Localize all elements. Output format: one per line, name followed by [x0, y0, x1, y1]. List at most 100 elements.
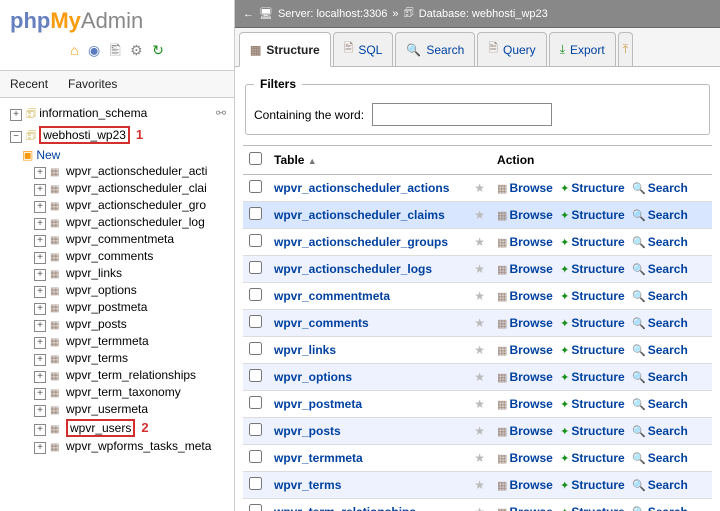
expand-icon[interactable]: +	[34, 388, 46, 400]
expand-icon[interactable]: +	[34, 354, 46, 366]
row-checkbox[interactable]	[249, 315, 262, 328]
action-structure[interactable]: Structure	[571, 424, 624, 438]
row-checkbox[interactable]	[249, 234, 262, 247]
expand-icon[interactable]: +	[34, 269, 46, 281]
action-search[interactable]: Search	[648, 235, 688, 249]
action-structure[interactable]: Structure	[571, 181, 624, 195]
tree-table[interactable]: +wpvr_actionscheduler_acti	[4, 163, 230, 180]
filter-input[interactable]	[372, 103, 552, 126]
row-checkbox[interactable]	[249, 504, 262, 511]
expand-icon[interactable]: +	[34, 303, 46, 315]
th-table[interactable]: Table ▲	[268, 146, 468, 175]
tree-table[interactable]: +wpvr_term_relationships	[4, 367, 230, 384]
action-structure[interactable]: Structure	[571, 370, 624, 384]
tab-more[interactable]: ⤒	[618, 32, 633, 66]
tree-table[interactable]: +wpvr_users2	[4, 418, 230, 438]
action-structure[interactable]: Structure	[571, 451, 624, 465]
collapse-icon[interactable]: −	[10, 131, 22, 143]
row-checkbox[interactable]	[249, 342, 262, 355]
row-checkbox[interactable]	[249, 369, 262, 382]
tree-db-info-schema[interactable]: +🗊information_schema	[4, 104, 230, 125]
tree-table[interactable]: +wpvr_posts	[4, 316, 230, 333]
star-icon[interactable]: ★	[474, 289, 485, 303]
action-browse[interactable]: Browse	[509, 208, 552, 222]
tree-table[interactable]: +wpvr_postmeta	[4, 299, 230, 316]
row-checkbox[interactable]	[249, 261, 262, 274]
tree-db-selected[interactable]: −🗊webhosti_wp231	[4, 125, 230, 147]
star-icon[interactable]: ★	[474, 451, 485, 465]
expand-icon[interactable]: +	[34, 442, 46, 454]
table-link[interactable]: wpvr_actionscheduler_actions	[274, 181, 449, 195]
action-search[interactable]: Search	[648, 370, 688, 384]
table-link[interactable]: wpvr_commentmeta	[274, 289, 390, 303]
action-browse[interactable]: Browse	[509, 316, 552, 330]
table-link[interactable]: wpvr_term_relationships	[274, 505, 416, 511]
home-icon[interactable]: ⌂	[70, 42, 78, 58]
action-search[interactable]: Search	[648, 262, 688, 276]
reload-icon[interactable]: ↻	[152, 42, 164, 58]
table-link[interactable]: wpvr_posts	[274, 424, 341, 438]
expand-icon[interactable]: +	[34, 252, 46, 264]
expand-icon[interactable]: +	[10, 109, 22, 121]
star-icon[interactable]: ★	[474, 424, 485, 438]
tab-favorites[interactable]: Favorites	[58, 71, 127, 97]
action-structure[interactable]: Structure	[571, 397, 624, 411]
table-link[interactable]: wpvr_termmeta	[274, 451, 363, 465]
crumb-database[interactable]: Database: webhosti_wp23	[419, 8, 548, 20]
action-browse[interactable]: Browse	[509, 370, 552, 384]
row-checkbox[interactable]	[249, 207, 262, 220]
table-link[interactable]: wpvr_comments	[274, 316, 369, 330]
tree-table[interactable]: +wpvr_actionscheduler_clai	[4, 180, 230, 197]
action-structure[interactable]: Structure	[571, 505, 624, 511]
action-search[interactable]: Search	[648, 343, 688, 357]
action-browse[interactable]: Browse	[509, 478, 552, 492]
tab-query[interactable]: 🗎Query	[477, 32, 546, 66]
expand-icon[interactable]: +	[34, 184, 46, 196]
tab-recent[interactable]: Recent	[0, 71, 58, 97]
star-icon[interactable]: ★	[474, 262, 485, 276]
row-checkbox[interactable]	[249, 396, 262, 409]
star-icon[interactable]: ★	[474, 397, 485, 411]
expand-icon[interactable]: +	[34, 405, 46, 417]
table-link[interactable]: wpvr_options	[274, 370, 352, 384]
crumb-server[interactable]: Server: localhost:3306	[278, 8, 387, 20]
table-link[interactable]: wpvr_terms	[274, 478, 341, 492]
star-icon[interactable]: ★	[474, 478, 485, 492]
tab-export[interactable]: ⤓Export	[549, 32, 616, 66]
star-icon[interactable]: ★	[474, 316, 485, 330]
action-browse[interactable]: Browse	[509, 181, 552, 195]
action-search[interactable]: Search	[648, 289, 688, 303]
tree-table[interactable]: +wpvr_comments	[4, 248, 230, 265]
tab-sql[interactable]: 🖹SQL	[333, 32, 394, 66]
logout-icon[interactable]: ◉	[88, 42, 100, 58]
row-checkbox[interactable]	[249, 180, 262, 193]
star-icon[interactable]: ★	[474, 505, 485, 511]
tree-table[interactable]: +wpvr_actionscheduler_log	[4, 214, 230, 231]
tree-table[interactable]: +wpvr_links	[4, 265, 230, 282]
action-browse[interactable]: Browse	[509, 343, 552, 357]
table-link[interactable]: wpvr_actionscheduler_logs	[274, 262, 432, 276]
action-structure[interactable]: Structure	[571, 262, 624, 276]
action-structure[interactable]: Structure	[571, 235, 624, 249]
tree-table[interactable]: +wpvr_wpforms_tasks_meta	[4, 438, 230, 455]
action-search[interactable]: Search	[648, 397, 688, 411]
action-structure[interactable]: Structure	[571, 208, 624, 222]
tab-structure[interactable]: ▦Structure	[239, 32, 331, 67]
action-search[interactable]: Search	[648, 181, 688, 195]
tree-table[interactable]: +wpvr_terms	[4, 350, 230, 367]
tree-new[interactable]: ▣New	[4, 147, 230, 163]
expand-icon[interactable]: +	[34, 337, 46, 349]
tab-search[interactable]: 🔍Search	[395, 32, 475, 66]
star-icon[interactable]: ★	[474, 235, 485, 249]
action-browse[interactable]: Browse	[509, 505, 552, 511]
expand-icon[interactable]: +	[34, 201, 46, 213]
link-icon[interactable]: ⚯	[216, 106, 226, 120]
tree-table[interactable]: +wpvr_options	[4, 282, 230, 299]
tree-table[interactable]: +wpvr_term_taxonomy	[4, 384, 230, 401]
action-search[interactable]: Search	[648, 424, 688, 438]
action-browse[interactable]: Browse	[509, 289, 552, 303]
star-icon[interactable]: ★	[474, 370, 485, 384]
table-link[interactable]: wpvr_actionscheduler_groups	[274, 235, 448, 249]
star-icon[interactable]: ★	[474, 181, 485, 195]
expand-icon[interactable]: +	[34, 235, 46, 247]
